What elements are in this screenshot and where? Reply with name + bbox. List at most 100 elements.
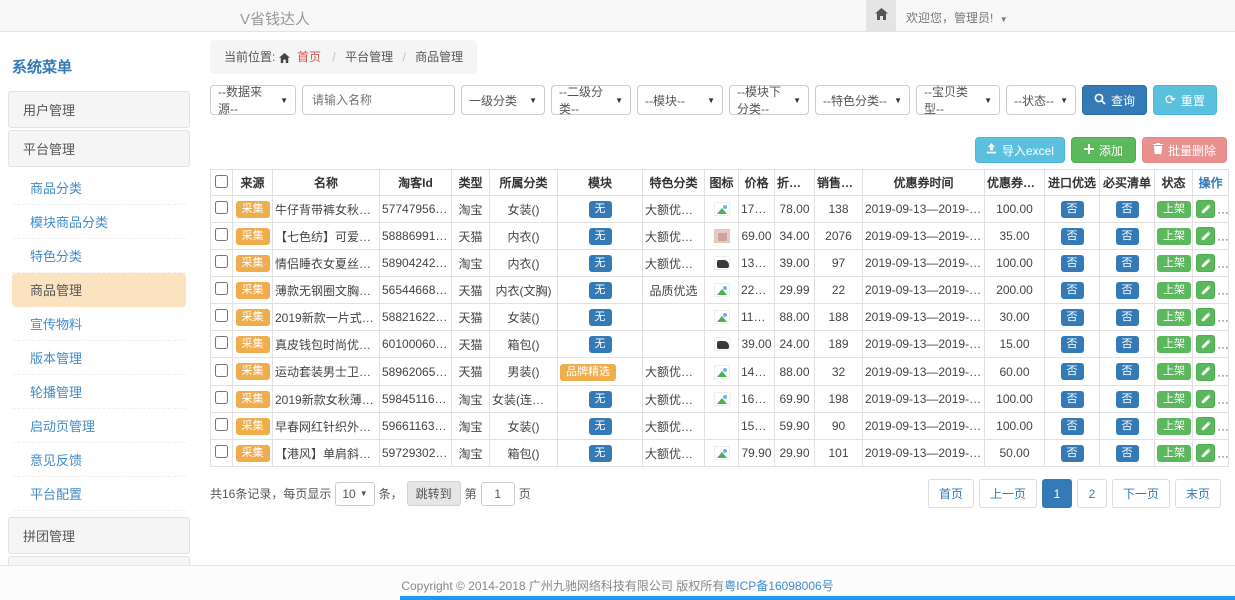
filter-select-3[interactable]: --二级分类--▼	[551, 85, 631, 115]
batch-delete-button[interactable]: 批量删除	[1142, 137, 1227, 163]
filter-select-0[interactable]: --数据来源--▼	[210, 85, 296, 115]
pager-button-首页[interactable]: 首页	[928, 479, 974, 508]
filter-select-8[interactable]: --状态--▼	[1006, 85, 1076, 115]
filter-select-4[interactable]: --模块--▼	[637, 85, 723, 115]
edit-button[interactable]	[1196, 308, 1215, 326]
sidebar-group-拼团管理[interactable]: 拼团管理	[8, 517, 190, 554]
must-buy-toggle[interactable]: 否	[1116, 418, 1139, 435]
must-buy-toggle[interactable]: 否	[1116, 282, 1139, 299]
filter-select-2[interactable]: 一级分类▼	[461, 85, 545, 115]
name-search-input[interactable]	[302, 85, 455, 115]
row-checkbox[interactable]	[215, 309, 228, 322]
bottom-scrollbar[interactable]	[400, 596, 1235, 600]
must-buy-toggle[interactable]: 否	[1116, 255, 1139, 272]
sidebar-item-版本管理[interactable]: 版本管理	[12, 341, 186, 375]
edit-button[interactable]	[1196, 417, 1215, 435]
breadcrumb-home-link[interactable]: 首页	[297, 50, 321, 64]
must-buy-toggle[interactable]: 否	[1116, 201, 1139, 218]
sidebar-item-意见反馈[interactable]: 意见反馈	[12, 443, 186, 477]
sidebar-group-省惠快报[interactable]: 省惠快报	[8, 556, 190, 565]
sidebar-group-平台管理[interactable]: 平台管理	[8, 130, 190, 167]
import-select-toggle[interactable]: 否	[1061, 309, 1084, 326]
row-checkbox[interactable]	[215, 418, 228, 431]
cell-coupon-time: 2019-09-13—2019-09-17	[863, 413, 985, 440]
row-checkbox[interactable]	[215, 201, 228, 214]
edit-button[interactable]	[1196, 390, 1215, 408]
cell-module: 品牌精选爱上运动	[558, 358, 643, 386]
pager-button-末页[interactable]: 末页	[1175, 479, 1221, 508]
edit-button[interactable]	[1196, 335, 1215, 353]
pager-button-下一页[interactable]: 下一页	[1112, 479, 1170, 508]
edit-button[interactable]	[1196, 444, 1215, 462]
import-select-toggle[interactable]: 否	[1061, 391, 1084, 408]
jump-button[interactable]: 跳转到	[407, 481, 461, 506]
pager-button-上一页[interactable]: 上一页	[979, 479, 1037, 508]
pager-button-1[interactable]: 1	[1042, 479, 1072, 508]
must-buy-toggle[interactable]: 否	[1116, 228, 1139, 245]
row-checkbox[interactable]	[215, 336, 228, 349]
sidebar-item-商品分类[interactable]: 商品分类	[12, 171, 186, 205]
import-select-toggle[interactable]: 否	[1061, 418, 1084, 435]
row-checkbox[interactable]	[215, 364, 228, 377]
edit-button[interactable]	[1196, 254, 1215, 272]
breadcrumb-item: 平台管理	[345, 50, 393, 64]
row-checkbox[interactable]	[215, 228, 228, 241]
edit-button[interactable]	[1196, 227, 1215, 245]
status-toggle[interactable]: 上架	[1157, 363, 1191, 380]
row-checkbox[interactable]	[215, 282, 228, 295]
status-toggle[interactable]: 上架	[1157, 201, 1191, 218]
import-excel-button[interactable]: 导入excel	[975, 137, 1065, 163]
cell-status: 上架	[1155, 250, 1193, 277]
sidebar-item-模块商品分类[interactable]: 模块商品分类	[12, 205, 186, 239]
status-toggle[interactable]: 上架	[1157, 282, 1191, 299]
import-select-toggle[interactable]: 否	[1061, 201, 1084, 218]
import-select-toggle[interactable]: 否	[1061, 228, 1084, 245]
sidebar-group-用户管理[interactable]: 用户管理	[8, 91, 190, 128]
import-select-toggle[interactable]: 否	[1061, 282, 1084, 299]
add-button[interactable]: 添加	[1071, 137, 1136, 163]
status-toggle[interactable]: 上架	[1157, 445, 1191, 462]
must-buy-toggle[interactable]: 否	[1116, 363, 1139, 380]
column-header-4: 类型	[452, 170, 490, 196]
edit-button[interactable]	[1196, 200, 1215, 218]
page-number-input[interactable]	[481, 482, 515, 506]
sidebar-item-宣传物料[interactable]: 宣传物料	[12, 307, 186, 341]
filter-select-6[interactable]: --特色分类--▼	[815, 85, 910, 115]
status-toggle[interactable]: 上架	[1157, 228, 1191, 245]
status-toggle[interactable]: 上架	[1157, 336, 1191, 353]
status-toggle[interactable]: 上架	[1157, 309, 1191, 326]
sidebar-item-平台配置[interactable]: 平台配置	[12, 477, 186, 511]
row-checkbox[interactable]	[215, 445, 228, 458]
filter-select-7[interactable]: --宝贝类型--▼	[916, 85, 1000, 115]
row-checkbox[interactable]	[215, 391, 228, 404]
sidebar-item-轮播管理[interactable]: 轮播管理	[12, 375, 186, 409]
filter-select-5[interactable]: --模块下分类--▼	[729, 85, 809, 115]
sidebar-item-启动页管理[interactable]: 启动页管理	[12, 409, 186, 443]
user-menu[interactable]: 欢迎您，管理员! ▼	[906, 9, 1008, 26]
sidebar-item-商品管理[interactable]: 商品管理	[12, 273, 186, 307]
import-select-toggle[interactable]: 否	[1061, 255, 1084, 272]
column-header-12: 优惠券时间	[863, 170, 985, 196]
sidebar-item-特色分类[interactable]: 特色分类	[12, 239, 186, 273]
icp-link[interactable]: 粤ICP备16098006号	[724, 579, 833, 593]
pager-button-2[interactable]: 2	[1077, 479, 1107, 508]
select-all-checkbox[interactable]	[215, 175, 228, 188]
must-buy-toggle[interactable]: 否	[1116, 309, 1139, 326]
must-buy-toggle[interactable]: 否	[1116, 336, 1139, 353]
import-select-toggle[interactable]: 否	[1061, 363, 1084, 380]
edit-button[interactable]	[1196, 363, 1215, 381]
import-select-toggle[interactable]: 否	[1061, 445, 1084, 462]
must-buy-toggle[interactable]: 否	[1116, 445, 1139, 462]
status-toggle[interactable]: 上架	[1157, 255, 1191, 272]
import-select-toggle[interactable]: 否	[1061, 336, 1084, 353]
home-button[interactable]	[866, 0, 896, 31]
edit-button[interactable]	[1196, 281, 1215, 299]
must-buy-toggle[interactable]: 否	[1116, 391, 1139, 408]
query-button[interactable]: 查询	[1082, 85, 1147, 115]
cell-select	[211, 358, 233, 386]
row-checkbox[interactable]	[215, 255, 228, 268]
reset-button[interactable]: ⟳重置	[1153, 85, 1217, 115]
status-toggle[interactable]: 上架	[1157, 418, 1191, 435]
per-page-select[interactable]: 10 ▼	[335, 482, 374, 506]
status-toggle[interactable]: 上架	[1157, 391, 1191, 408]
